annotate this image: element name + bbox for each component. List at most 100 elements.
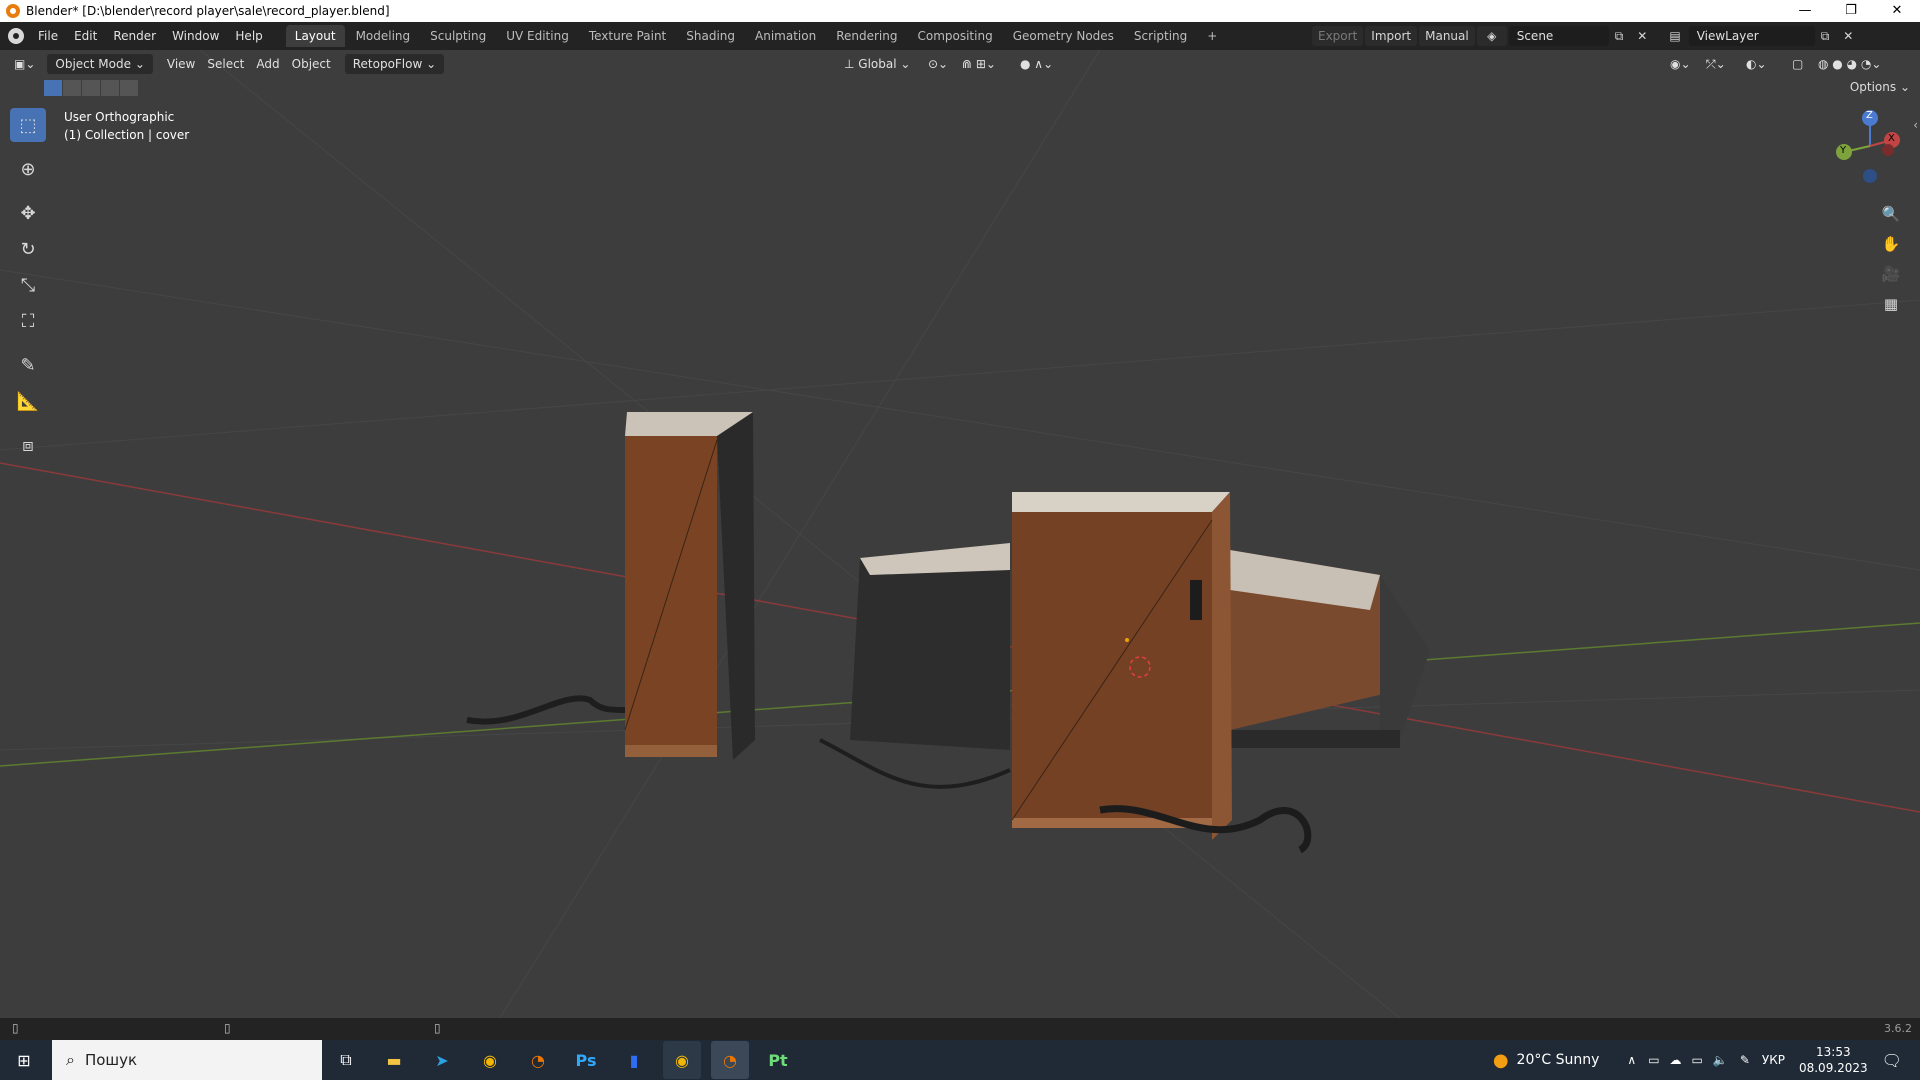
view-layer-browse-icon[interactable]: ▤ (1663, 26, 1686, 46)
onedrive-icon[interactable]: ☁ (1670, 1053, 1682, 1067)
menu-edit[interactable]: Edit (66, 22, 105, 50)
pen-icon[interactable]: ✎ (1740, 1053, 1750, 1067)
network-icon[interactable]: ▭ (1692, 1053, 1703, 1067)
export-button[interactable]: Export (1312, 26, 1364, 46)
menu-help[interactable]: Help (227, 22, 270, 50)
search-icon: ⌕ (66, 1050, 75, 1069)
snap-icon[interactable]: ⋒ ⊞⌄ (956, 54, 1002, 74)
minimize-button[interactable]: — (1782, 0, 1828, 22)
orthographic-grid-icon[interactable]: ▦ (1876, 290, 1906, 318)
blender-taskbar-icon[interactable]: ◔ (519, 1041, 557, 1079)
menu-render[interactable]: Render (105, 22, 164, 50)
new-view-layer-icon[interactable]: ⧉ (1815, 26, 1836, 46)
clock[interactable]: 13:53 08.09.2023 (1799, 1044, 1868, 1076)
xray-icon[interactable]: ▢ (1786, 54, 1809, 74)
tray-app-icon[interactable]: ▭ (1648, 1053, 1659, 1067)
scene-browse-icon[interactable]: ◈ (1476, 26, 1507, 46)
language-indicator[interactable]: УКР (1762, 1053, 1785, 1067)
move-tool-icon[interactable]: ✥ (10, 196, 46, 230)
menu-window[interactable]: Window (164, 22, 227, 50)
gizmo-x-label: X (1888, 133, 1895, 144)
viewport-menu-add[interactable]: Add (250, 54, 285, 74)
add-workspace-button[interactable]: + (1198, 25, 1226, 47)
pan-hand-icon[interactable]: ✋ (1876, 230, 1906, 258)
tab-animation[interactable]: Animation (746, 25, 825, 47)
select-extend-icon[interactable] (63, 80, 81, 96)
tab-rendering[interactable]: Rendering (827, 25, 906, 47)
options-dropdown[interactable]: Options ⌄ (1850, 80, 1910, 94)
sidebar-toggle-icon[interactable]: ‹ (1913, 118, 1918, 132)
tab-sculpting[interactable]: Sculpting (421, 25, 495, 47)
menu-file[interactable]: File (30, 22, 66, 50)
gizmo-toggle-icon[interactable]: ⤱⌄ (1700, 54, 1732, 74)
task-view-icon[interactable]: ⧉ (327, 1041, 365, 1079)
viewport-menu-view[interactable]: View (161, 54, 201, 74)
left-cable-model (466, 695, 626, 725)
tab-compositing[interactable]: Compositing (908, 25, 1001, 47)
select-box-tool-icon[interactable]: ⬚ (10, 108, 46, 142)
photoshop-icon[interactable]: Ps (567, 1041, 605, 1079)
blender-active-icon[interactable]: ◔ (711, 1041, 749, 1079)
transform-orientation-dropdown[interactable]: ⊥ Global ⌄ (838, 54, 916, 74)
viewport-menu-select[interactable]: Select (201, 54, 250, 74)
weather-text[interactable]: 20°C Sunny (1517, 1052, 1600, 1068)
add-cube-tool-icon[interactable]: ⧈ (10, 428, 46, 462)
orientation-label: Global (858, 57, 897, 71)
notifications-icon[interactable]: 🗨 (1882, 1051, 1902, 1070)
navigation-gizmo[interactable]: Z Y X (1830, 106, 1910, 186)
chrome-icon[interactable]: ◉ (471, 1041, 509, 1079)
mouse-left-icon: ▯ (12, 1021, 19, 1035)
tray-chevron-icon[interactable]: ∧ (1627, 1053, 1636, 1067)
scene-field[interactable]: Scene (1508, 26, 1609, 46)
blender-logo-icon (6, 4, 20, 18)
mode-dropdown[interactable]: Object Mode ⌄ (47, 54, 153, 74)
3d-viewport[interactable]: ▣⌄ Object Mode ⌄ View Select Add Object … (0, 50, 1920, 1018)
scale-tool-icon[interactable]: ⤡ (10, 268, 46, 302)
telegram-icon[interactable]: ➤ (423, 1041, 461, 1079)
chrome-active-icon[interactable]: ◉ (663, 1041, 701, 1079)
tab-scripting[interactable]: Scripting (1125, 25, 1196, 47)
viewport-info: User Orthographic (1) Collection | cover (64, 108, 189, 144)
system-tray: ● 20°C Sunny ∧ ▭ ☁ ▭ 🔈 ✎ УКР 13:53 08.09… (1493, 1040, 1920, 1080)
tab-uv-editing[interactable]: UV Editing (497, 25, 578, 47)
blender-menu-icon[interactable] (8, 28, 24, 44)
close-button[interactable]: ✕ (1874, 0, 1920, 22)
tab-texture-paint[interactable]: Texture Paint (580, 25, 675, 47)
new-scene-icon[interactable]: ⧉ (1609, 26, 1630, 46)
tab-layout[interactable]: Layout (285, 25, 345, 47)
substance-painter-icon[interactable]: Pt (759, 1041, 797, 1079)
proportional-editing-icon[interactable]: ● ∧⌄ (1014, 54, 1059, 74)
bookmark-app-icon[interactable]: ▮ (615, 1041, 653, 1079)
transform-tool-icon[interactable]: ⛶ (10, 304, 46, 338)
tab-shading[interactable]: Shading (677, 25, 744, 47)
viewport-menu-object[interactable]: Object (286, 54, 337, 74)
file-explorer-icon[interactable]: ▬ (375, 1041, 413, 1079)
delete-view-layer-icon[interactable]: ✕ (1837, 26, 1859, 46)
view-layer-field[interactable]: ViewLayer (1688, 26, 1815, 46)
select-subtract-icon[interactable] (82, 80, 100, 96)
manual-button[interactable]: Manual (1419, 26, 1475, 46)
taskbar-search[interactable]: ⌕ Пошук (52, 1040, 322, 1080)
camera-view-icon[interactable]: 🎥 (1876, 260, 1906, 288)
editor-type-icon[interactable]: ▣⌄ (8, 54, 41, 74)
cursor-tool-icon[interactable]: ⊕ (10, 152, 46, 186)
tab-geometry-nodes[interactable]: Geometry Nodes (1004, 25, 1123, 47)
delete-scene-icon[interactable]: ✕ (1631, 26, 1653, 46)
zoom-icon[interactable]: 🔍 (1876, 200, 1906, 228)
pivot-point-icon[interactable]: ⊙⌄ (922, 54, 954, 74)
overlays-icon[interactable]: ◐⌄ (1740, 54, 1773, 74)
windows-start-icon[interactable]: ⊞ (5, 1041, 43, 1079)
select-invert-icon[interactable] (101, 80, 119, 96)
shading-modes-icon[interactable]: ◍ ● ◕ ◔⌄ (1812, 54, 1887, 74)
visibility-icon[interactable]: ◉⌄ (1664, 54, 1697, 74)
measure-tool-icon[interactable]: 📐 (10, 384, 46, 418)
select-new-icon[interactable] (44, 80, 62, 96)
rotate-tool-icon[interactable]: ↻ (10, 232, 46, 266)
retopoflow-dropdown[interactable]: RetopoFlow ⌄ (344, 54, 445, 74)
import-button[interactable]: Import (1365, 26, 1418, 46)
annotate-tool-icon[interactable]: ✎ (10, 348, 46, 382)
select-intersect-icon[interactable] (120, 80, 138, 96)
maximize-button[interactable]: ❐ (1828, 0, 1874, 22)
tab-modeling[interactable]: Modeling (347, 25, 420, 47)
volume-icon[interactable]: 🔈 (1713, 1053, 1728, 1067)
